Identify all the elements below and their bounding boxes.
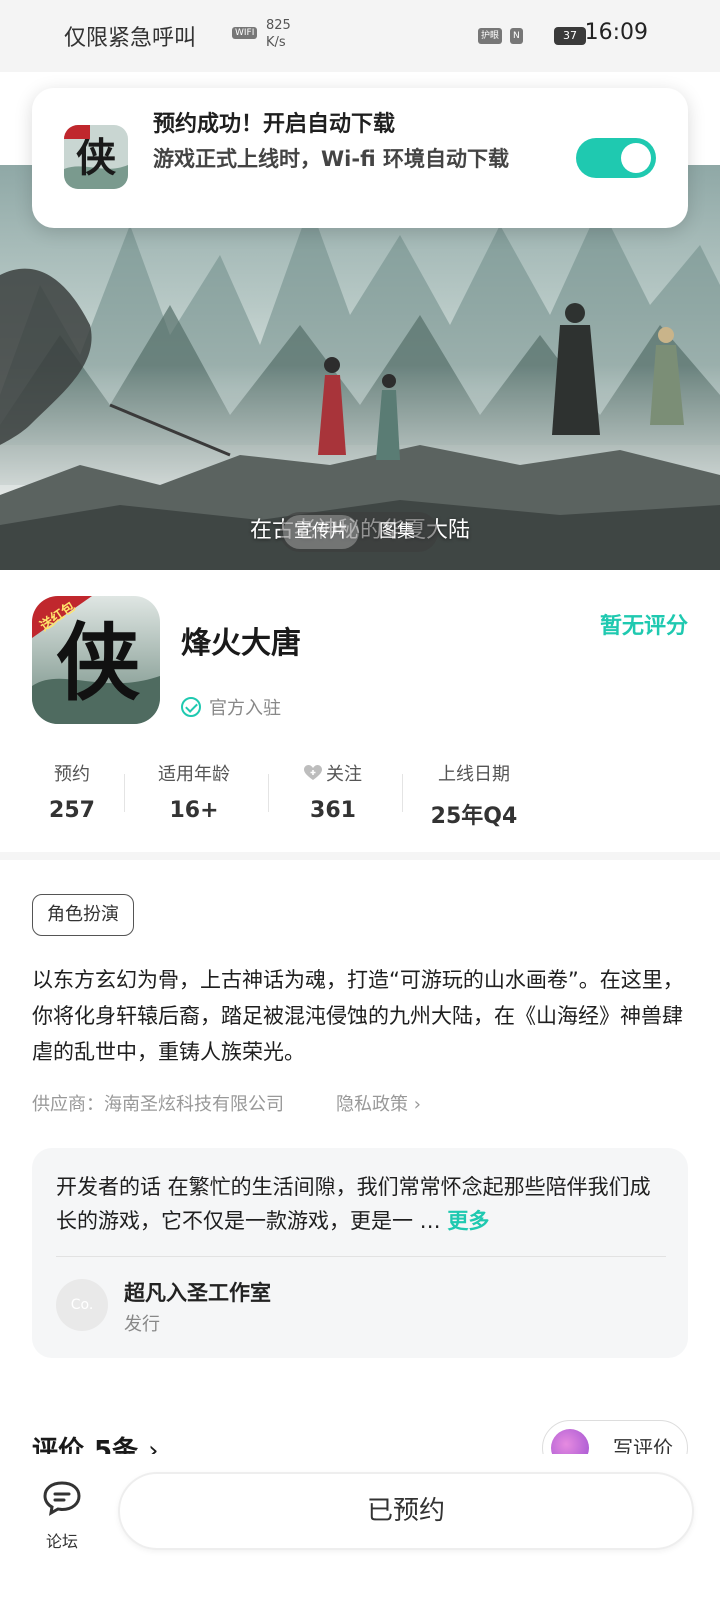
official-badge: 官方入驻: [181, 694, 281, 720]
privacy-label: 隐私政策: [336, 1094, 408, 1115]
heart-icon: [304, 765, 322, 780]
eye-care-icon: 护眼: [478, 28, 503, 44]
stat-value: 361: [310, 798, 356, 823]
stats-row: 预约 257 适用年龄 16+ 关注 361 上线日期 25年Q4: [32, 760, 552, 830]
speed-value: 825: [266, 18, 291, 33]
follow-label: 关注: [326, 764, 362, 785]
chevron-right-icon: ›: [413, 1094, 421, 1115]
toggle-knob: [621, 143, 651, 173]
stat-follow[interactable]: 关注 361: [288, 760, 378, 823]
stat-age-rating: 适用年龄 16+: [144, 760, 244, 823]
developer-message: 开发者的话 在繁忙的生活间隙，我们常常怀念起那些陪伴我们成长的游戏，它不仅是一款…: [56, 1170, 666, 1238]
divider: [56, 1256, 666, 1257]
developer-role: 发行: [124, 1314, 160, 1335]
stat-release-date: 上线日期 25年Q4: [422, 760, 526, 830]
tab-trailer[interactable]: 宣传片: [283, 515, 359, 549]
network-speed: 825 K/s: [266, 17, 291, 51]
official-label: 官方入驻: [209, 698, 281, 719]
notification-title: 预约成功！开启自动下载: [153, 112, 396, 137]
bottom-action-bar: 论坛 已预约: [0, 1454, 720, 1600]
notification-body: 游戏正式上线时，Wi-fi 环境自动下载: [153, 147, 509, 171]
clock: 16:09: [584, 20, 648, 45]
stat-value: 257: [49, 798, 95, 823]
media-tabs: 宣传片 图集: [280, 512, 438, 552]
forum-icon: [43, 1481, 81, 1516]
battery-icon: 37: [554, 27, 586, 45]
stat-label: 关注: [288, 760, 378, 786]
stat-label: 适用年龄: [158, 764, 230, 785]
verified-check-icon: [181, 697, 201, 717]
wifi-icon: WIFI: [232, 27, 258, 39]
app-name: 烽火大唐: [181, 626, 301, 661]
reserved-button[interactable]: 已预约: [118, 1472, 694, 1550]
status-bar: 仅限紧急呼叫 WIFI 825 K/s 护眼 N 37 16:09: [0, 0, 720, 72]
tab-gallery[interactable]: 图集: [359, 515, 435, 549]
notification-app-icon: 侠: [64, 125, 128, 189]
svg-text:侠: 侠: [76, 134, 117, 181]
app-icon: 侠 送红包: [32, 596, 160, 724]
privacy-policy-link[interactable]: 隐私政策 ›: [336, 1090, 421, 1116]
nfc-icon: N: [510, 28, 523, 44]
stat-value: 25年Q4: [430, 804, 518, 829]
stat-value: 16+: [169, 798, 219, 823]
carrier-text: 仅限紧急呼叫: [64, 26, 197, 51]
svg-text:侠: 侠: [56, 613, 141, 712]
auto-download-toggle[interactable]: [576, 138, 656, 178]
stat-label: 上线日期: [438, 764, 510, 785]
divider: [402, 774, 403, 812]
game-description: 以东方玄幻为骨，上古神话为魂，打造“可游玩的山水画卷”。在这里，你将化身轩辕后裔…: [32, 968, 684, 1064]
more-link[interactable]: 更多: [447, 1209, 489, 1233]
rating-text: 暂无评分: [599, 614, 688, 639]
developer-message-text: 开发者的话 在繁忙的生活间隙，我们常常怀念起那些陪伴我们成长的游戏，它不仅是一款…: [56, 1175, 651, 1233]
forum-label: 论坛: [45, 1532, 78, 1551]
genre-tag[interactable]: 角色扮演: [32, 894, 134, 936]
speed-unit: K/s: [266, 35, 286, 50]
stat-reservations: 预约 257: [32, 760, 112, 823]
divider: [124, 774, 125, 812]
developer-card: 开发者的话 在繁忙的生活间隙，我们常常怀念起那些陪伴我们成长的游戏，它不仅是一款…: [32, 1148, 688, 1358]
developer-avatar[interactable]: Co.: [56, 1279, 108, 1331]
forum-button[interactable]: 论坛: [40, 1480, 84, 1552]
supplier-text: 供应商：海南圣炫科技有限公司: [32, 1094, 284, 1115]
divider: [268, 774, 269, 812]
stat-label: 预约: [54, 764, 90, 785]
section-divider: [0, 852, 720, 860]
developer-name[interactable]: 超凡入圣工作室: [124, 1277, 271, 1307]
reservation-notification: 侠 预约成功！开启自动下载 游戏正式上线时，Wi-fi 环境自动下载: [32, 88, 688, 228]
